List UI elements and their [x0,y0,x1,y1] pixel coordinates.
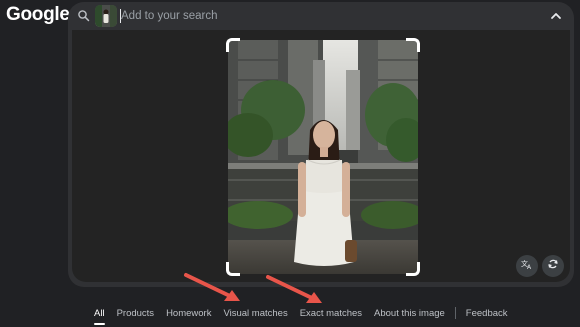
crop-handle-top-left[interactable] [226,38,240,52]
translate-icon: 文 A [521,257,533,275]
tab-all[interactable]: All [88,308,111,325]
rotate-icon [547,257,559,275]
search-bar [68,2,574,30]
tab-visual-matches[interactable]: Visual matches [217,308,293,319]
tab-exact-matches[interactable]: Exact matches [294,308,368,319]
translate-button[interactable]: 文 A [516,255,538,277]
crop-handle-top-right[interactable] [406,38,420,52]
uploaded-photo [226,38,420,276]
tab-about-this-image[interactable]: About this image [368,308,451,319]
google-logo[interactable]: Google [6,4,70,26]
search-icon[interactable] [77,9,91,23]
tab-divider [454,307,456,319]
annotation-arrow-visual-matches [184,273,240,301]
image-search-panel: 文 A [68,2,574,287]
chevron-up-icon[interactable] [548,8,564,24]
search-input[interactable] [121,8,501,24]
annotation-arrow-exact-matches [266,275,322,303]
query-image-thumbnail[interactable] [95,5,117,27]
rotate-button[interactable] [542,255,564,277]
tab-products[interactable]: Products [111,308,161,319]
tab-feedback[interactable]: Feedback [460,308,514,319]
tab-homework[interactable]: Homework [160,308,217,319]
svg-text:A: A [527,264,532,270]
image-viewer: 文 A [72,30,570,282]
crop-handle-bottom-right[interactable] [406,262,420,276]
